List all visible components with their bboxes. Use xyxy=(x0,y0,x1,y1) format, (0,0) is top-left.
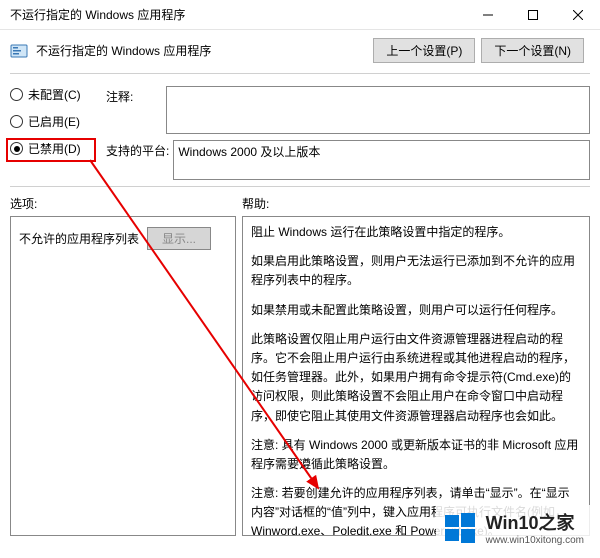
divider xyxy=(10,186,590,187)
close-button[interactable] xyxy=(555,0,600,30)
show-button[interactable]: 显示... xyxy=(147,227,211,250)
radio-icon xyxy=(10,88,23,101)
comment-row: 注释: xyxy=(106,86,590,134)
section-labels: 选项: 帮助: xyxy=(0,189,600,216)
watermark: Win10之家 www.win10xitong.com xyxy=(436,505,590,550)
watermark-text: Win10之家 www.win10xitong.com xyxy=(486,509,584,546)
radio-not-configured[interactable]: 未配置(C) xyxy=(10,86,100,103)
config-block: 未配置(C) 已启用(E) 已禁用(D) 注释: 支持的平台: Windows … xyxy=(0,76,600,184)
fields: 注释: 支持的平台: Windows 2000 及以上版本 xyxy=(106,86,590,180)
platform-box: Windows 2000 及以上版本 xyxy=(173,140,590,180)
platform-value: Windows 2000 及以上版本 xyxy=(178,145,320,159)
window-controls xyxy=(465,0,600,30)
next-setting-button[interactable]: 下一个设置(N) xyxy=(481,38,584,63)
options-panel: 不允许的应用程序列表 显示... xyxy=(10,216,236,536)
page-title: 不运行指定的 Windows 应用程序 xyxy=(36,42,365,59)
radio-label: 已禁用(D) xyxy=(28,140,81,157)
divider xyxy=(10,73,590,74)
platform-label: 支持的平台: xyxy=(106,140,169,180)
help-text: 阻止 Windows 运行在此策略设置中指定的程序。 xyxy=(251,223,581,242)
policy-icon xyxy=(10,42,28,60)
help-text: 此策略设置仅阻止用户运行由文件资源管理器进程启动的程序。它不会阻止用户运行由系统… xyxy=(251,330,581,426)
window-title: 不运行指定的 Windows 应用程序 xyxy=(10,6,465,23)
radio-icon xyxy=(10,142,23,155)
radio-label: 未配置(C) xyxy=(28,86,81,103)
windows-logo-icon xyxy=(442,510,478,546)
help-text: 如果禁用或未配置此策略设置，则用户可以运行任何程序。 xyxy=(251,301,581,320)
watermark-url: www.win10xitong.com xyxy=(486,535,584,546)
watermark-title: Win10之家 xyxy=(486,509,584,535)
minimize-button[interactable] xyxy=(465,0,510,30)
help-text: 注意: 具有 Windows 2000 或更新版本证书的非 Microsoft … xyxy=(251,436,581,474)
help-text: 如果启用此策略设置，则用户无法运行已添加到不允许的应用程序列表中的程序。 xyxy=(251,252,581,290)
titlebar: 不运行指定的 Windows 应用程序 xyxy=(0,0,600,30)
radio-label: 已启用(E) xyxy=(28,113,80,130)
help-section-label: 帮助: xyxy=(242,195,590,212)
state-radio-group: 未配置(C) 已启用(E) 已禁用(D) xyxy=(10,86,100,180)
header-row: 不运行指定的 Windows 应用程序 上一个设置(P) 下一个设置(N) xyxy=(0,30,600,71)
comment-input[interactable] xyxy=(166,86,590,134)
radio-icon xyxy=(10,115,23,128)
maximize-button[interactable] xyxy=(510,0,555,30)
nav-buttons: 上一个设置(P) 下一个设置(N) xyxy=(373,38,584,63)
disallowed-list-label: 不允许的应用程序列表 xyxy=(19,230,139,247)
radio-enabled[interactable]: 已启用(E) xyxy=(10,113,100,130)
previous-setting-button[interactable]: 上一个设置(P) xyxy=(373,38,475,63)
help-panel: 阻止 Windows 运行在此策略设置中指定的程序。 如果启用此策略设置，则用户… xyxy=(242,216,590,536)
panels: 不允许的应用程序列表 显示... 阻止 Windows 运行在此策略设置中指定的… xyxy=(0,216,600,546)
radio-disabled[interactable]: 已禁用(D) xyxy=(10,140,100,157)
platform-row: 支持的平台: Windows 2000 及以上版本 xyxy=(106,140,590,180)
options-inner: 不允许的应用程序列表 显示... xyxy=(19,227,227,250)
options-section-label: 选项: xyxy=(10,195,242,212)
comment-label: 注释: xyxy=(106,86,162,134)
